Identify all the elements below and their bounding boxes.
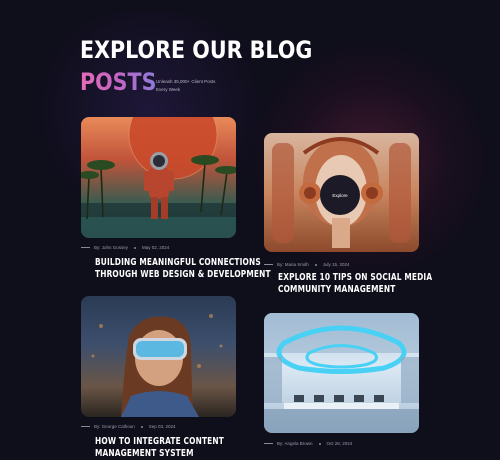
post-title[interactable]: EXPLORE 10 TIPS ON SOCIAL MEDIA COMMUNIT…	[278, 272, 432, 296]
meta-dash	[81, 426, 90, 427]
meta-dot	[140, 425, 143, 428]
post-meta: By: John Gossey May 02, 2024	[81, 245, 169, 250]
post-meta: By: Maria Smith July 15, 2024	[264, 262, 350, 267]
post-image-futuristic-office[interactable]	[264, 313, 419, 433]
page-title-accent: POSTS	[80, 68, 157, 96]
meta-dash	[81, 247, 90, 248]
meta-dash	[264, 443, 273, 444]
post-author: By: Angela Brown	[277, 441, 313, 446]
post-title[interactable]: HOW TO INTEGRATE CONTENT MANAGEMENT SYST…	[95, 436, 224, 460]
post-author: By: Maria Smith	[277, 262, 309, 267]
post-image-astronaut[interactable]	[81, 117, 236, 238]
astronaut-scene-illustration	[81, 117, 236, 238]
post-title-line: HOW TO INTEGRATE CONTENT	[95, 436, 224, 447]
vr-headset-illustration	[91, 314, 223, 417]
post-author: By: John Gossey	[94, 245, 129, 250]
post-title-line: EXPLORE 10 TIPS ON SOCIAL MEDIA	[278, 272, 433, 283]
meta-dot	[134, 246, 137, 249]
explore-button[interactable]: Explore	[320, 175, 360, 215]
post-date: May 02, 2024	[142, 245, 170, 250]
post-date: Sep 03, 2024	[148, 424, 176, 429]
office-interior-illustration	[264, 313, 419, 433]
meta-dot	[318, 442, 321, 445]
hero-subtext: Unleash 35,000+ Client Posts Every Week	[156, 79, 216, 92]
meta-dot	[314, 263, 317, 266]
page-title: EXPLORE OUR BLOG	[80, 36, 313, 64]
post-image-vr-headset[interactable]	[81, 296, 236, 417]
meta-dash	[264, 264, 273, 265]
post-title-line: MANAGEMENT SYSTEM	[95, 448, 194, 459]
post-date: Oct 28, 2024	[326, 441, 353, 446]
post-title-line: COMMUNITY MANAGEMENT	[278, 284, 396, 295]
post-date: July 15, 2024	[322, 262, 350, 267]
post-title-line: BUILDING MEANINGFUL CONNECTIONS	[95, 257, 261, 268]
post-meta: By: George Calhoun Sep 03, 2024	[81, 424, 176, 429]
post-author: By: George Calhoun	[94, 424, 135, 429]
post-meta: By: Angela Brown Oct 28, 2024	[264, 441, 352, 446]
post-title[interactable]: BUILDING MEANINGFUL CONNECTIONS THROUGH …	[95, 257, 271, 281]
post-title-line: THROUGH WEB DESIGN & DEVELOPMENT	[95, 269, 271, 280]
